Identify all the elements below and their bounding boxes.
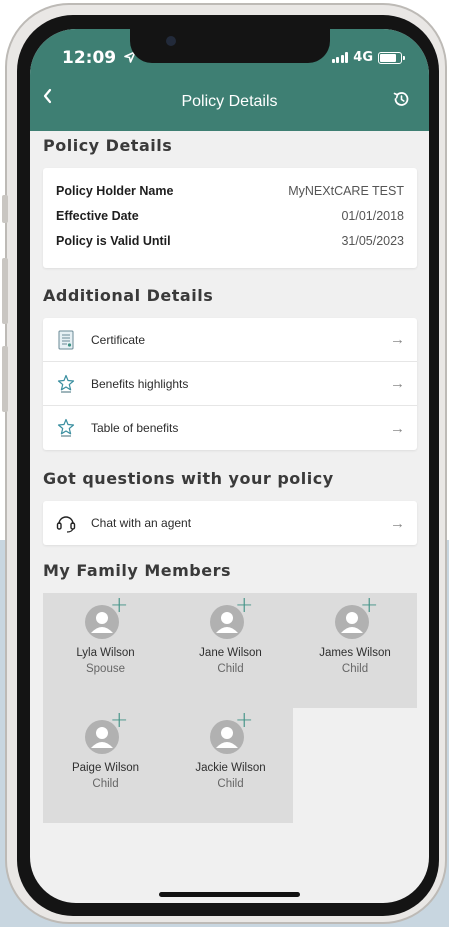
avatar: +: [210, 595, 254, 641]
arrow-right-icon: →: [390, 375, 405, 392]
policy-row-effective: Effective Date 01/01/2018: [43, 203, 417, 228]
certificate-link[interactable]: Certificate →: [43, 318, 417, 362]
signal-icon: [331, 52, 349, 63]
policy-section-title: Policy Details: [43, 136, 173, 155]
device-notch: [130, 29, 330, 63]
mute-switch: [2, 195, 8, 223]
headset-icon: [55, 512, 77, 534]
member-name: Lyla Wilson: [76, 647, 135, 659]
star-icon: [55, 373, 77, 395]
policy-card: Policy Holder Name MyNEXtCARE TEST Effec…: [43, 168, 417, 268]
benefits-highlights-link[interactable]: Benefits highlights →: [43, 362, 417, 406]
page-title: Policy Details: [181, 93, 278, 110]
row-label: Effective Date: [56, 208, 139, 223]
avatar: +: [210, 710, 254, 756]
member-name: Jane Wilson: [199, 647, 262, 659]
plus-icon: +: [110, 593, 129, 618]
member-role: Child: [217, 663, 244, 675]
plus-icon: +: [235, 708, 254, 733]
member-role: Child: [217, 778, 244, 790]
volume-up-button: [2, 258, 8, 324]
status-right: 4G: [331, 50, 405, 65]
plus-icon: +: [235, 593, 254, 618]
plus-icon: +: [110, 708, 129, 733]
additional-card: Certificate → Benefits highlights → Tabl…: [43, 318, 417, 450]
link-label: Chat with an agent: [91, 516, 192, 530]
row-value: 01/01/2018: [341, 208, 404, 223]
member-name: Paige Wilson: [71, 762, 140, 774]
family-grid: + Lyla Wilson Spouse + Jane Wilson Child…: [43, 593, 417, 823]
additional-section-title: Additional Details: [43, 286, 214, 305]
row-value: MyNEXtCARE TEST: [288, 183, 404, 198]
link-label: Certificate: [91, 332, 146, 347]
arrow-right-icon: →: [390, 419, 405, 437]
family-member-card[interactable]: + Jackie Wilson Child: [168, 708, 293, 823]
row-value: 31/05/2023: [341, 233, 404, 248]
avatar: +: [85, 710, 129, 756]
family-member-card[interactable]: + Jane Wilson Child: [168, 593, 293, 708]
member-role: Spouse: [85, 663, 125, 675]
policy-row-holder: Policy Holder Name MyNEXtCARE TEST: [43, 178, 417, 203]
star-icon: [55, 417, 77, 439]
member-name: James Wilson: [319, 647, 391, 659]
family-member-card[interactable]: + James Wilson Child: [293, 593, 417, 708]
volume-down-button: [2, 346, 8, 412]
document-icon: [55, 329, 77, 351]
chat-agent-link[interactable]: Chat with an agent →: [43, 501, 417, 545]
row-label: Policy Holder Name: [56, 183, 174, 198]
member-role: Child: [92, 778, 119, 790]
member-name: Jackie Wilson: [195, 762, 266, 774]
member-role: Child: [341, 663, 369, 675]
policy-row-valid: Policy is Valid Until 31/05/2023: [43, 228, 417, 253]
camera-icon: [166, 36, 176, 46]
avatar: +: [335, 595, 379, 641]
questions-card: Chat with an agent →: [43, 501, 417, 545]
family-member-card[interactable]: + Paige Wilson Child: [43, 708, 168, 823]
family-section-title: My Family Members: [43, 561, 232, 580]
app-screen: 12:09 4G Policy Details Policy Details P…: [30, 29, 429, 903]
home-indicator[interactable]: [159, 892, 300, 897]
row-label: Policy is Valid Until: [56, 233, 171, 248]
network-label: 4G: [353, 50, 373, 65]
arrow-right-icon: →: [390, 514, 405, 532]
link-label: Benefits highlights: [91, 376, 189, 391]
history-icon: [393, 92, 409, 106]
table-of-benefits-link[interactable]: Table of benefits →: [43, 406, 417, 450]
arrow-right-icon: →: [390, 331, 405, 348]
avatar: +: [85, 595, 129, 641]
battery-icon: [378, 51, 405, 64]
plus-icon: +: [360, 593, 379, 618]
questions-section-title: Got questions with your policy: [43, 469, 334, 488]
history-button[interactable]: [391, 89, 411, 109]
status-time: 12:09: [62, 48, 136, 68]
link-label: Table of benefits: [91, 421, 179, 435]
family-member-card[interactable]: + Lyla Wilson Spouse: [43, 593, 168, 708]
